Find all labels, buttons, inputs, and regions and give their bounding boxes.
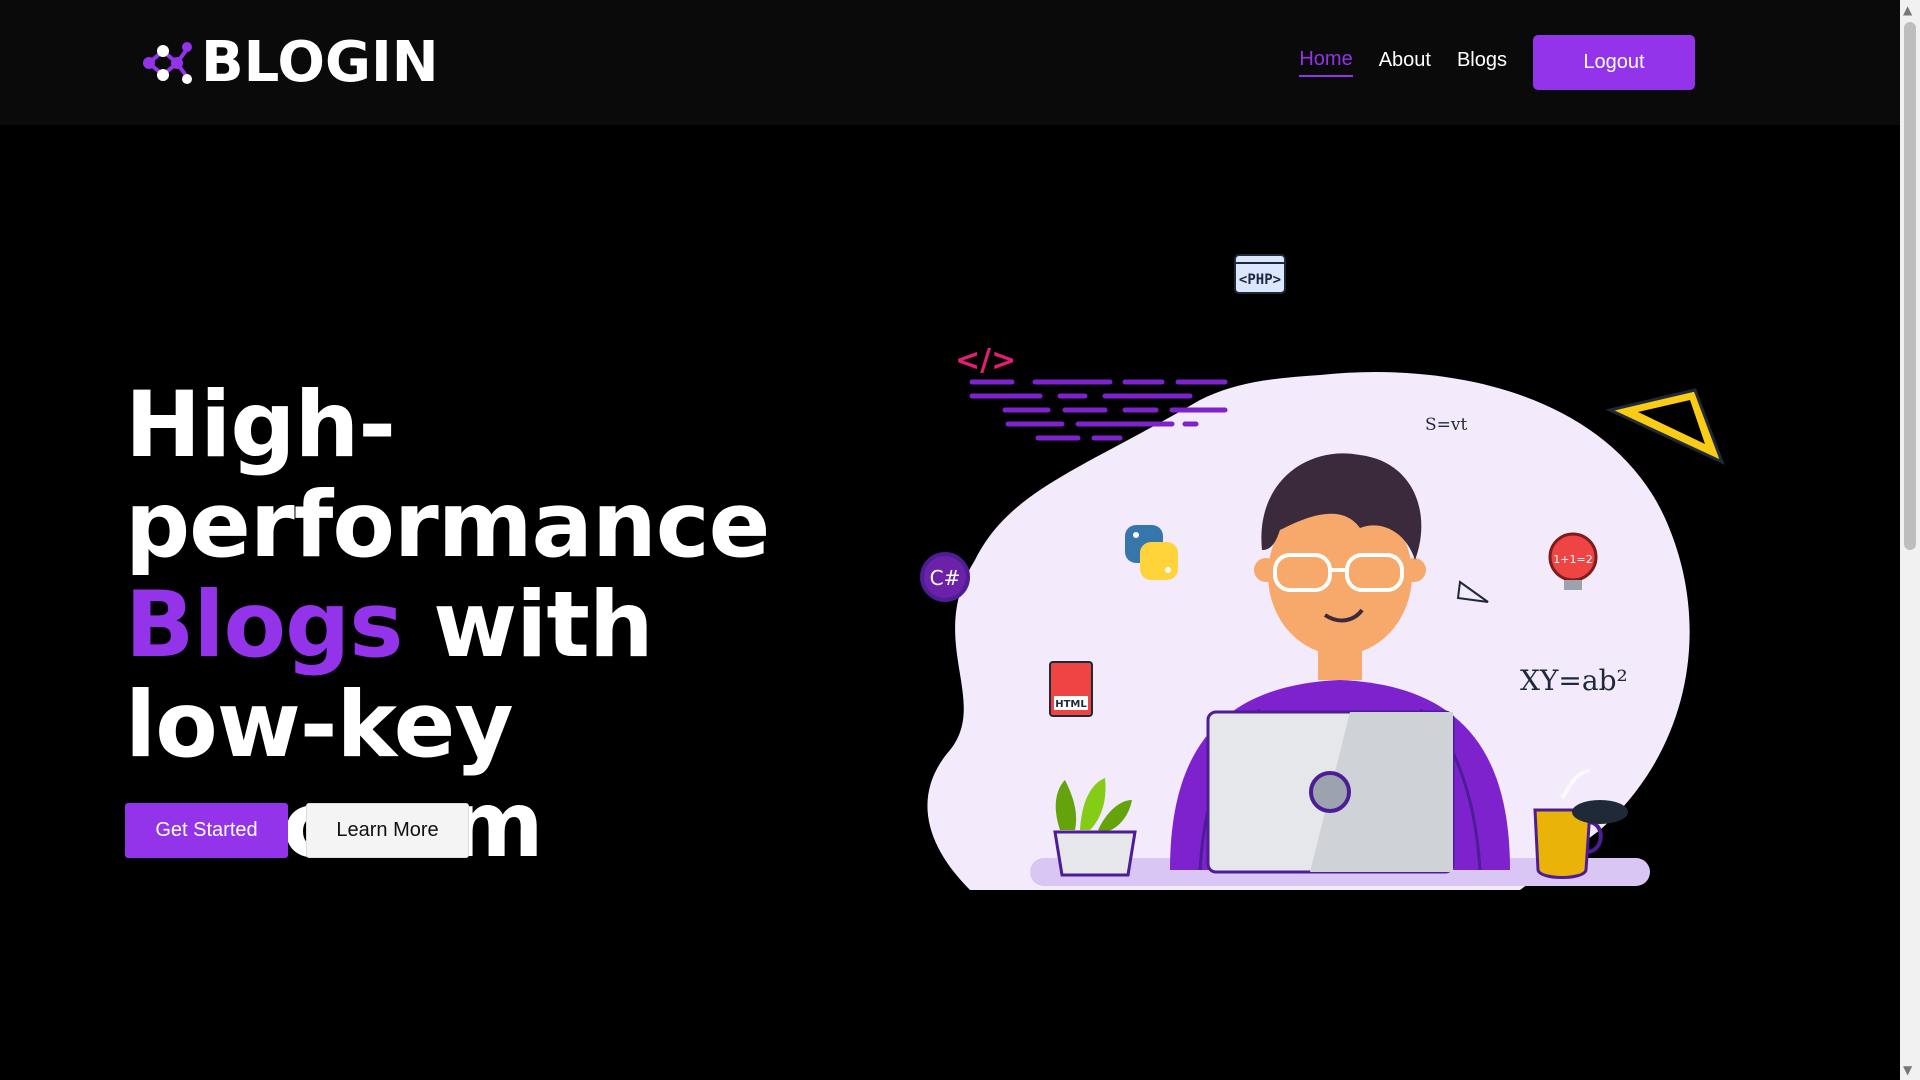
hero-title-accent: Blogs — [125, 573, 403, 678]
brand-logo[interactable]: BLOGIN — [141, 30, 439, 96]
svg-text:1+1=2: 1+1=2 — [1553, 553, 1592, 566]
ruler-icon — [1605, 388, 1725, 465]
scroll-thumb[interactable] — [1904, 22, 1916, 550]
code-tag-icon: </> — [955, 343, 1016, 378]
formula-svt: S=vt — [1425, 415, 1467, 435]
nav-link-about[interactable]: About — [1379, 49, 1431, 76]
scroll-down-icon[interactable]: ▼ — [1903, 1064, 1912, 1076]
svg-text:C#: C# — [930, 566, 961, 590]
svg-text:<PHP>: <PHP> — [1239, 272, 1281, 288]
navbar: BLOGIN Home About Blogs Logout — [0, 0, 1900, 125]
scroll-up-icon[interactable]: ▲ — [1903, 4, 1912, 16]
nav-menu: Home About Blogs Logout — [1273, 35, 1695, 90]
html-file-icon: HTML — [1049, 661, 1093, 717]
csharp-badge-icon: C# — [920, 552, 970, 602]
nav-link-home[interactable]: Home — [1299, 48, 1353, 77]
logo-icon — [143, 42, 192, 84]
nav-link-blogs[interactable]: Blogs — [1457, 49, 1507, 76]
get-started-button[interactable]: Get Started — [125, 803, 288, 858]
hero-title-part1: High-performance — [125, 373, 770, 578]
brand-name: BLOGIN — [201, 30, 439, 95]
laptop-icon — [1206, 710, 1455, 874]
learn-more-button[interactable]: Learn More — [306, 803, 469, 858]
logout-button[interactable]: Logout — [1533, 35, 1695, 90]
php-badge-icon: <PHP> — [1234, 254, 1286, 294]
formula-xy: XY=ab² — [1520, 664, 1628, 697]
hero-title: High-performance Blogs with low-key sarc… — [125, 376, 885, 876]
developer-illustration: </> <PHP> C# S=vt XY=ab² 1+1=2 HTML — [920, 254, 1725, 890]
page-scrollbar[interactable]: ▲ ▼ — [1900, 0, 1920, 1080]
svg-text:HTML: HTML — [1055, 699, 1087, 710]
cta-row: Get Started Learn More — [125, 803, 469, 858]
